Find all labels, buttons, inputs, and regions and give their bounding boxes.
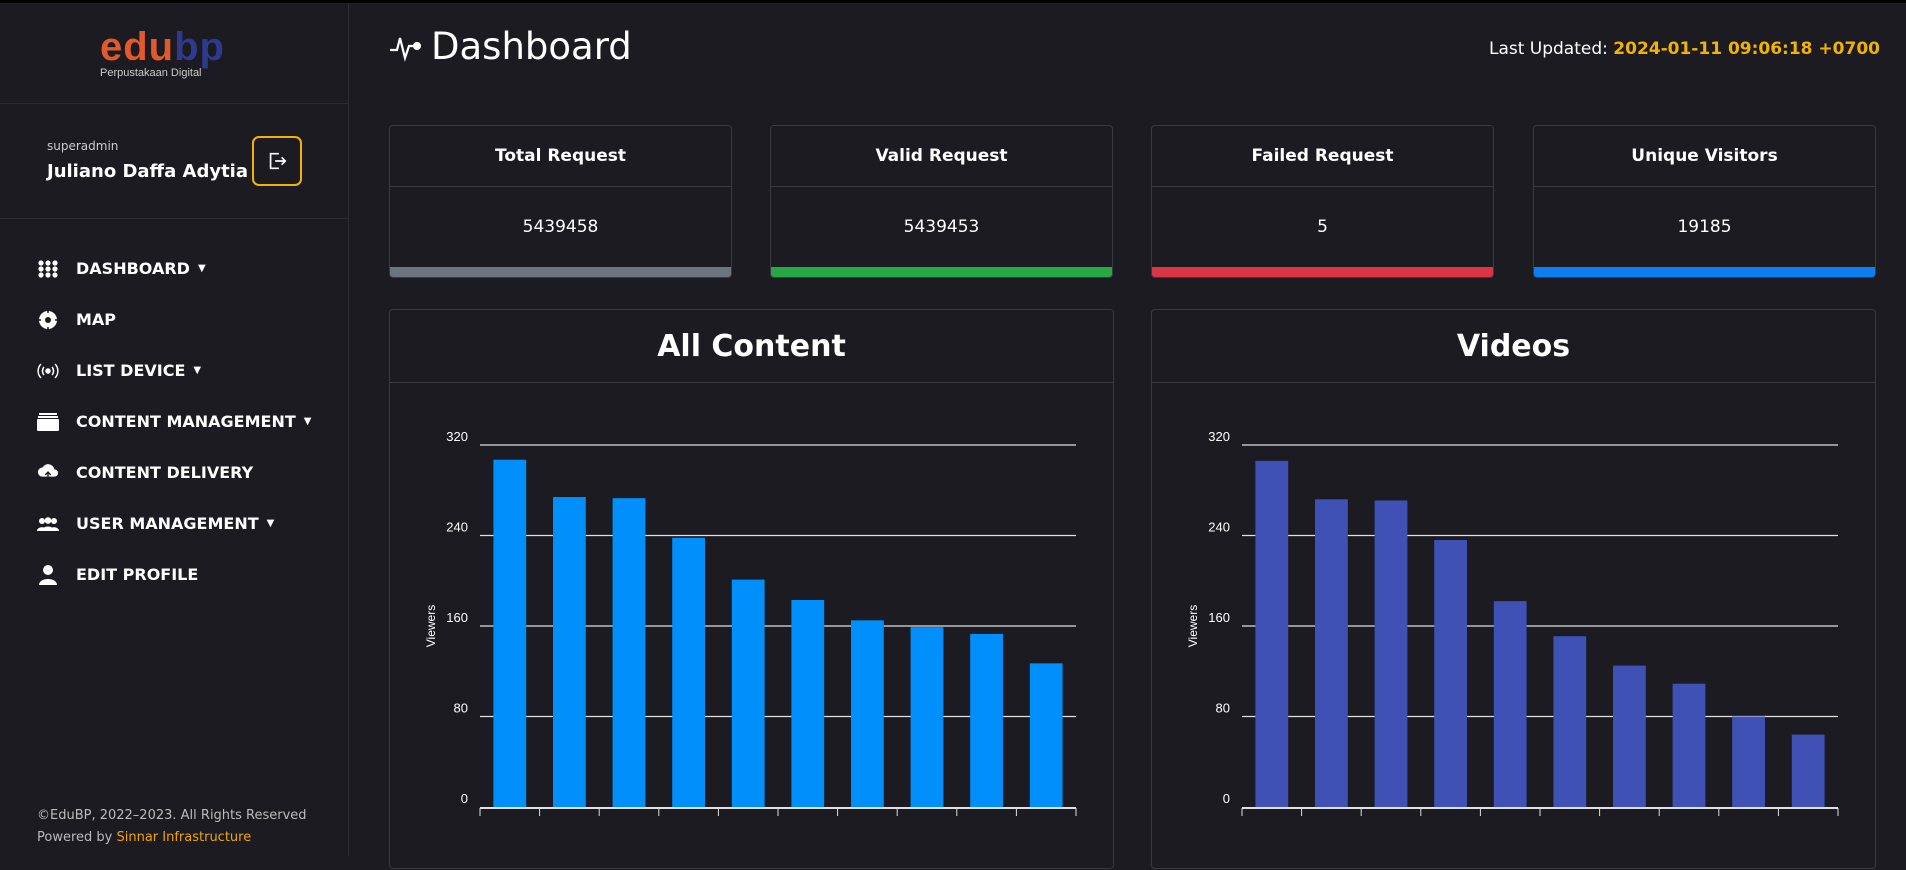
videos-panel: Videos 0 80 160 240 320 Viewers xyxy=(1151,309,1876,869)
bar xyxy=(1732,716,1765,807)
stat-card-title: Failed Request xyxy=(1152,126,1493,187)
stat-card-title: Unique Visitors xyxy=(1534,126,1875,187)
sidebar-item-label: MAP xyxy=(76,310,117,329)
y-tick-label: 320 xyxy=(1208,429,1230,444)
y-tick-label: 0 xyxy=(461,791,468,806)
bar xyxy=(1553,636,1587,807)
stat-card-valid-request: Valid Request 5439453 xyxy=(770,125,1113,278)
caret-down-icon: ▼ xyxy=(197,263,206,274)
bar xyxy=(1672,683,1706,807)
sidebar-item-user-management[interactable]: USER MANAGEMENT ▼ xyxy=(0,498,349,549)
sidebar-item-label: CONTENT MANAGEMENT xyxy=(76,412,296,431)
broadcast-icon xyxy=(37,362,59,379)
stat-card-color-bar xyxy=(771,267,1112,277)
user-name: Juliano Daffa Adytia xyxy=(47,161,248,182)
stat-card-title: Valid Request xyxy=(771,126,1112,187)
copyright-text: ©EduBP, 2022–2023. All Rights Reserved xyxy=(37,808,307,823)
user-panel: superadmin Juliano Daffa Adytia xyxy=(0,104,348,219)
bar xyxy=(910,627,944,807)
all-content-panel: All Content 0 80 160 240 320 Viewers xyxy=(389,309,1114,869)
logo-text-bp: bp xyxy=(174,25,225,69)
users-icon xyxy=(37,516,59,531)
bar xyxy=(1029,663,1063,807)
bar xyxy=(731,579,765,807)
last-updated: Last Updated: 2024-01-11 09:06:18 +0700 xyxy=(1489,39,1880,59)
y-tick-label: 80 xyxy=(454,701,468,716)
stat-card-value: 5 xyxy=(1317,217,1328,237)
sidebar-item-map[interactable]: MAP xyxy=(0,294,349,345)
stat-card-color-bar xyxy=(390,267,731,277)
bar xyxy=(791,599,825,807)
stat-card-color-bar xyxy=(1152,267,1493,277)
logo-wordmark: edubp xyxy=(100,27,225,67)
sidebar-item-edit-profile[interactable]: EDIT PROFILE xyxy=(0,549,349,600)
grid-icon xyxy=(37,259,59,278)
stat-card-unique-visitors: Unique Visitors 19185 xyxy=(1533,125,1876,278)
sidebar-footer: ©EduBP, 2022–2023. All Rights Reserved P… xyxy=(37,805,307,849)
bar xyxy=(672,537,705,807)
caret-down-icon: ▼ xyxy=(193,365,202,376)
bar xyxy=(1791,734,1825,807)
sidebar-item-label: DASHBOARD xyxy=(76,259,190,278)
sidebar-item-content-delivery[interactable]: CONTENT DELIVERY xyxy=(0,447,349,498)
map-target-icon xyxy=(37,309,59,330)
stat-card-value: 5439458 xyxy=(522,217,599,237)
sidebar-item-label: LIST DEVICE xyxy=(76,361,186,380)
bar xyxy=(1613,665,1646,807)
logout-icon xyxy=(269,152,287,170)
stat-card-value: 19185 xyxy=(1677,217,1732,237)
videos-chart: 0 80 160 240 320 Viewers xyxy=(1186,429,1839,816)
logo[interactable]: edubp Perpustakaan Digital xyxy=(0,3,348,104)
sidebar-nav: DASHBOARD ▼ MAP LIST DEVICE ▼ CONTENT MANAGEM… xyxy=(0,243,349,600)
caret-down-icon: ▼ xyxy=(303,416,312,427)
page-title: Dashboard xyxy=(389,25,632,68)
bar xyxy=(851,620,884,807)
bar xyxy=(1434,540,1467,807)
folder-stack-icon xyxy=(37,412,59,431)
all-content-chart: 0 80 160 240 320 Viewers xyxy=(424,429,1077,816)
y-axis-label: Viewers xyxy=(1186,605,1200,647)
sidebar-item-dashboard[interactable]: DASHBOARD ▼ xyxy=(0,243,349,294)
last-updated-label: Last Updated: xyxy=(1488,39,1614,59)
y-axis-label: Viewers xyxy=(424,605,438,647)
bar xyxy=(970,633,1003,807)
powered-by-text: Powered by xyxy=(37,830,117,845)
heartbeat-icon xyxy=(390,37,422,62)
bar xyxy=(493,459,527,807)
bar xyxy=(1315,499,1348,807)
stat-card-color-bar xyxy=(1534,267,1875,277)
cloud-upload-icon xyxy=(37,463,59,483)
y-tick-label: 240 xyxy=(1208,520,1230,535)
bar xyxy=(1255,460,1289,807)
sidebar-item-list-device[interactable]: LIST DEVICE ▼ xyxy=(0,345,349,396)
sidebar-item-label: EDIT PROFILE xyxy=(76,565,199,584)
y-tick-label: 0 xyxy=(1223,791,1230,806)
stat-card-failed-request: Failed Request 5 xyxy=(1151,125,1494,278)
page-title-text: Dashboard xyxy=(431,25,632,68)
sidebar-item-label: CONTENT DELIVERY xyxy=(76,463,254,482)
logo-text-edu: edu xyxy=(100,25,175,69)
last-updated-value: 2024-01-11 09:06:18 +0700 xyxy=(1613,39,1880,59)
stat-card-total-request: Total Request 5439458 xyxy=(389,125,732,278)
bar xyxy=(1374,500,1408,807)
user-role: superadmin xyxy=(47,139,119,153)
bar xyxy=(1493,601,1527,807)
sidebar: edubp Perpustakaan Digital superadmin Ju… xyxy=(0,3,349,856)
logout-button[interactable] xyxy=(252,136,302,186)
caret-down-icon: ▼ xyxy=(266,518,275,529)
logo-tagline: Perpustakaan Digital xyxy=(100,67,202,79)
y-tick-label: 160 xyxy=(446,610,468,625)
bar xyxy=(553,497,586,807)
y-tick-label: 80 xyxy=(1216,701,1230,716)
bar xyxy=(612,498,646,807)
sinnar-link[interactable]: Sinnar Infrastructure xyxy=(116,830,251,845)
stat-card-title: Total Request xyxy=(390,126,731,187)
sidebar-item-content-management[interactable]: CONTENT MANAGEMENT ▼ xyxy=(0,396,349,447)
user-icon xyxy=(37,564,59,585)
sidebar-item-label: USER MANAGEMENT xyxy=(76,514,259,533)
y-tick-label: 160 xyxy=(1208,610,1230,625)
y-tick-label: 240 xyxy=(446,520,468,535)
y-tick-label: 320 xyxy=(446,429,468,444)
stat-card-value: 5439453 xyxy=(903,217,980,237)
